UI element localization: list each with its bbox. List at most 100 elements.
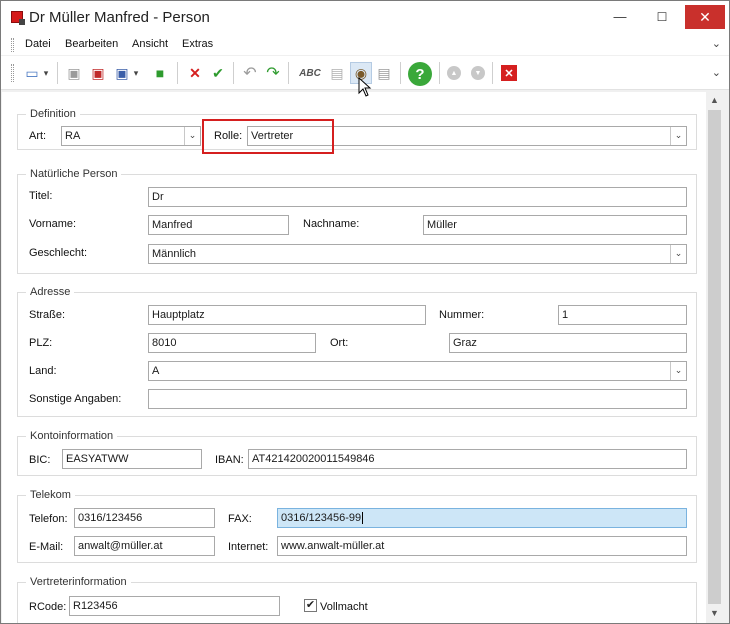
fax-label: FAX: [228, 513, 252, 525]
fax-value: 0316/123456-99 [281, 512, 362, 524]
titel-field[interactable]: Dr [148, 187, 687, 207]
text-cursor [362, 512, 364, 524]
mouse-pointer-icon [358, 77, 372, 97]
bic-label: BIC: [29, 454, 51, 466]
confirm-checkmark-icon[interactable]: ✔ [209, 64, 227, 82]
plz-field[interactable]: 8010 [148, 333, 316, 353]
maximize-button[interactable]: ☐ [641, 5, 683, 29]
konto-title: Kontoinformation [26, 430, 118, 442]
menu-datei[interactable]: Datei [25, 38, 51, 50]
toolbar-separator [439, 62, 440, 84]
save-copy-icon[interactable]: ▣ [113, 64, 131, 82]
green-block-icon[interactable]: ■ [151, 64, 169, 82]
title-bar[interactable]: Dr Müller Manfred - Person — ☐ ✕ [1, 1, 729, 35]
strasse-field[interactable]: Hauptplatz [148, 305, 426, 325]
iban-field[interactable]: AT421420020011549846 [248, 449, 687, 469]
email-field[interactable]: anwalt@müller.at [74, 536, 215, 556]
new-document-icon[interactable]: ▭ [23, 64, 41, 82]
bic-field[interactable]: EASYATWW [62, 449, 202, 469]
toolbar-separator [233, 62, 234, 84]
toolbar-separator [492, 62, 493, 84]
sonstige-label: Sonstige Angaben: [29, 393, 122, 405]
geschlecht-dropdown[interactable]: Männlich ⌄ [148, 244, 687, 264]
help-icon[interactable]: ? [408, 62, 432, 86]
land-label: Land: [29, 365, 57, 377]
folder-icon[interactable]: ▤ [328, 64, 346, 82]
toolbar-separator [400, 62, 401, 84]
rolle-highlight-box [202, 119, 334, 154]
telekom-title: Telekom [26, 489, 75, 501]
art-dropdown[interactable]: RA ⌄ [61, 126, 201, 146]
person-window: Dr Müller Manfred - Person — ☐ ✕ Datei B… [0, 0, 730, 624]
nachname-label: Nachname: [303, 218, 360, 230]
nachname-field[interactable]: Müller [423, 215, 687, 235]
scroll-up-icon[interactable]: ▲ [706, 92, 723, 109]
redo-icon[interactable]: ↷ [264, 64, 282, 82]
land-value: A [152, 365, 160, 377]
vollmacht-checkbox[interactable]: ✔ [304, 599, 317, 612]
geschlecht-label: Geschlecht: [29, 247, 88, 259]
menu-extras[interactable]: Extras [182, 38, 213, 50]
spellcheck-icon[interactable]: ABC [298, 64, 322, 82]
toolbar-separator [57, 62, 58, 84]
toolbar-separator [177, 62, 178, 84]
toolbar-overflow-icon[interactable]: ⌄ [712, 66, 721, 79]
telefon-label: Telefon: [29, 513, 68, 525]
minimize-button[interactable]: — [599, 5, 641, 29]
rcode-field[interactable]: R123456 [69, 596, 280, 616]
adresse-title: Adresse [26, 286, 75, 298]
scroll-down-icon[interactable]: ▼ [706, 605, 723, 622]
nummer-label: Nummer: [439, 309, 485, 321]
fax-field[interactable]: 0316/123456-99 [277, 508, 687, 528]
vorname-label: Vorname: [29, 218, 77, 230]
internet-label: Internet: [228, 541, 269, 553]
chevron-down-icon[interactable]: ⌄ [670, 245, 686, 263]
chevron-down-icon[interactable]: ⌄ [670, 362, 686, 380]
art-label: Art: [29, 130, 47, 142]
ort-label: Ort: [330, 337, 349, 349]
close-record-icon[interactable]: ✕ [501, 65, 517, 81]
email-label: E-Mail: [29, 541, 64, 553]
definition-title: Definition [26, 108, 80, 120]
vollmacht-label[interactable]: Vollmacht [320, 601, 368, 613]
person-app-icon [11, 11, 25, 25]
land-dropdown[interactable]: A ⌄ [148, 361, 687, 381]
undo-icon[interactable]: ↶ [241, 64, 259, 82]
menu-bar: Datei Bearbeiten Ansicht Extras ⌄ [1, 35, 729, 55]
print-icon[interactable]: ▤ [375, 64, 393, 82]
menu-overflow-icon[interactable]: ⌄ [712, 37, 721, 50]
menu-bearbeiten[interactable]: Bearbeiten [65, 38, 118, 50]
person-title: Natürliche Person [26, 168, 122, 180]
toolbar-separator [288, 62, 289, 84]
save-close-icon[interactable]: ▣ [89, 64, 107, 82]
save-icon[interactable]: ▣ [65, 64, 83, 82]
next-record-icon[interactable]: ▼ [471, 66, 485, 80]
chevron-down-icon[interactable]: ⌄ [670, 127, 686, 145]
ort-field[interactable]: Graz [449, 333, 687, 353]
vorname-field[interactable]: Manfred [148, 215, 289, 235]
internet-field[interactable]: www.anwalt-müller.at [277, 536, 687, 556]
titel-label: Titel: [29, 190, 53, 202]
new-dropdown-icon[interactable]: ▾ [41, 64, 51, 82]
sonstige-field[interactable] [148, 389, 687, 409]
form-area: Definition Art: RA ⌄ Rolle: Vertreter ⌄ … [2, 92, 706, 623]
previous-record-icon[interactable]: ▲ [447, 66, 461, 80]
close-window-button[interactable]: ✕ [685, 5, 725, 29]
scrollbar-thumb[interactable] [708, 110, 721, 604]
geschlecht-value: Männlich [152, 248, 197, 260]
delete-icon[interactable]: ✕ [186, 64, 204, 82]
art-value: RA [65, 130, 81, 142]
toolbar-grip-icon[interactable] [11, 64, 14, 82]
save-copy-dropdown-icon[interactable]: ▾ [131, 64, 141, 82]
vertical-scrollbar[interactable]: ▲ ▼ [706, 92, 723, 623]
iban-label: IBAN: [215, 454, 244, 466]
telefon-field[interactable]: 0316/123456 [74, 508, 215, 528]
rcode-label: RCode: [29, 601, 67, 613]
plz-label: PLZ: [29, 337, 53, 349]
menubar-grip-icon[interactable] [11, 38, 14, 52]
chevron-down-icon[interactable]: ⌄ [184, 127, 200, 145]
nummer-field[interactable]: 1 [558, 305, 687, 325]
menu-ansicht[interactable]: Ansicht [132, 38, 168, 50]
vertreter-title: Vertreterinformation [26, 576, 131, 588]
strasse-label: Straße: [29, 309, 66, 321]
